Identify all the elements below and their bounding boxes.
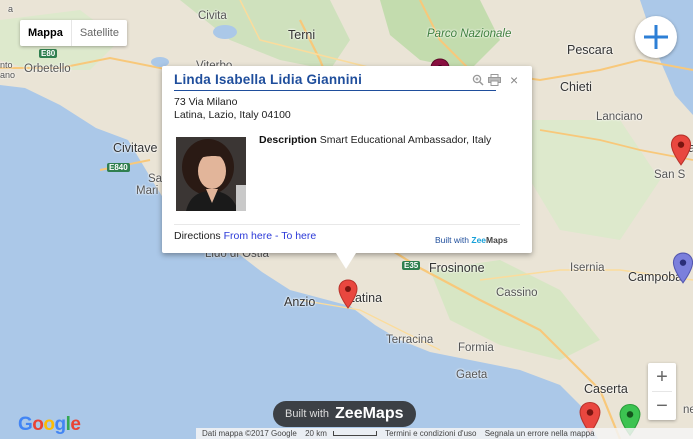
directions-to-link[interactable]: To here	[281, 230, 316, 242]
popup-tools	[472, 74, 501, 89]
zeemaps-banner-brand: ZeeMaps	[335, 405, 404, 422]
directions-label: Directions	[174, 230, 221, 242]
map-pin-icon[interactable]	[338, 279, 358, 311]
directions-separator: -	[272, 230, 282, 242]
place-label: a	[8, 4, 14, 14]
address-line: 73 Via Milano	[174, 96, 238, 108]
zoom-control: + −	[648, 363, 676, 420]
place-label: Terracina	[386, 334, 434, 346]
scale-label[interactable]: 20 km	[305, 429, 327, 438]
zeemaps-banner-small: Built with	[285, 408, 330, 420]
terms-link[interactable]: Termini e condizioni d'uso	[385, 429, 476, 438]
place-label: Orbetello	[24, 63, 71, 75]
google-letter: g	[54, 414, 67, 435]
directions-from-link[interactable]: From here	[224, 230, 272, 242]
address-block: 73 Via Milano Latina, Lazio, Italy 04100	[174, 96, 291, 122]
map-type-satellite-button[interactable]: Satellite	[70, 20, 127, 46]
place-label: Frosinone	[429, 261, 485, 275]
popup-tail	[336, 253, 356, 269]
google-logo[interactable]: Google	[18, 414, 81, 436]
maps-brand: Maps	[486, 235, 508, 245]
place-label: San S	[654, 169, 686, 181]
place-label: Civitave	[113, 141, 158, 155]
highway-shield: E80	[39, 49, 58, 58]
description-label: Description	[259, 134, 317, 146]
popup-title[interactable]: Linda Isabella Lidia Giannini	[174, 72, 362, 87]
place-label: Mari	[136, 185, 159, 197]
print-icon[interactable]	[488, 74, 501, 89]
google-letter: o	[43, 414, 55, 435]
place-label: Cassino	[496, 287, 538, 299]
place-label: ne	[683, 404, 693, 416]
map-type-control: Mappa Satellite	[20, 20, 127, 46]
divider	[174, 224, 520, 225]
map-pin-icon[interactable]	[670, 134, 692, 168]
map-data-credit: Dati mappa ©2017 Google	[202, 429, 297, 438]
zeemaps-banner[interactable]: Built with ZeeMaps	[273, 401, 416, 427]
place-label: Lanciano	[596, 111, 643, 123]
description-text: Smart Educational Ambassador, Italy	[319, 134, 492, 146]
map-type-map-button[interactable]: Mappa	[20, 20, 71, 46]
place-label: Civita	[198, 10, 227, 22]
address-line: Latina, Lazio, Italy 04100	[174, 109, 291, 121]
built-with-label: Built with	[435, 235, 470, 245]
highway-shield: E840	[107, 163, 130, 172]
info-popup: Linda Isabella Lidia Giannini × 73 Via M…	[162, 66, 532, 269]
map-pin-icon[interactable]	[672, 252, 693, 286]
description: Description Smart Educational Ambassador…	[259, 134, 499, 147]
google-letter: G	[18, 414, 33, 435]
zee-brand: Zee	[471, 235, 487, 245]
close-icon[interactable]: ×	[510, 72, 518, 88]
google-letter: o	[32, 414, 44, 435]
place-label: nto	[0, 60, 13, 70]
place-label: Anzio	[284, 295, 316, 309]
place-label: Sa	[148, 173, 163, 185]
place-label: Isernia	[570, 262, 605, 274]
zoom-icon[interactable]	[472, 74, 484, 89]
place-label: Gaeta	[456, 369, 488, 381]
report-error-link[interactable]: Segnala un errore nella mappa	[485, 429, 595, 438]
scale-bar	[332, 431, 377, 437]
title-underline	[174, 90, 496, 91]
place-label: Pescara	[567, 43, 613, 57]
plus-circle-icon	[636, 17, 676, 57]
place-label: Terni	[288, 28, 316, 42]
map-attribution: Dati mappa ©2017 Google 20 km Termini e …	[196, 428, 693, 439]
zoom-out-button[interactable]: −	[648, 392, 676, 420]
add-marker-button[interactable]	[635, 16, 677, 58]
highway-shield: E35	[402, 261, 421, 270]
google-letter: e	[70, 414, 81, 435]
place-label: Parco Nazionale	[427, 28, 512, 40]
zoom-in-button[interactable]: +	[648, 363, 676, 391]
place-label: ano	[0, 70, 16, 80]
place-label: Formia	[458, 342, 494, 354]
directions: Directions From here - To here	[174, 230, 316, 242]
place-label: Chieti	[560, 80, 592, 94]
built-with-zeemaps-link[interactable]: Built with ZeeMaps	[435, 235, 508, 245]
profile-photo	[176, 137, 246, 211]
place-label: Caserta	[584, 382, 628, 396]
